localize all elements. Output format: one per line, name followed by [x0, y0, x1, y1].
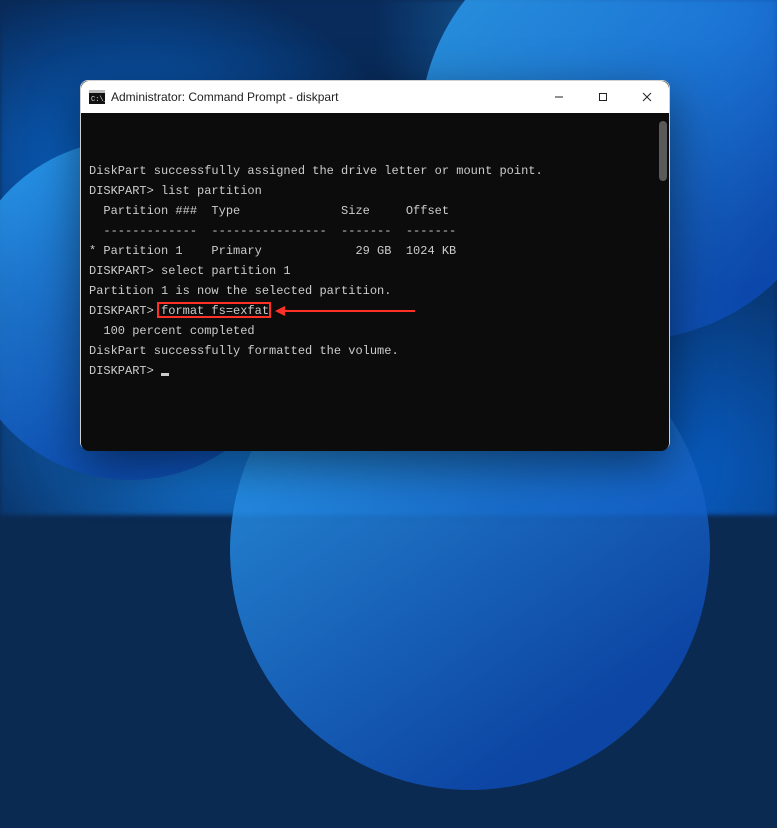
term-line: Partition ### Type Size Offset — [89, 201, 659, 221]
close-button[interactable] — [625, 81, 669, 113]
cursor — [161, 373, 169, 376]
titlebar[interactable]: C:\_ Administrator: Command Prompt - dis… — [81, 81, 669, 113]
maximize-button[interactable] — [581, 81, 625, 113]
term-line: * Partition 1 Primary 29 GB 1024 KB — [89, 241, 659, 261]
terminal-area[interactable]: DiskPart successfully assigned the drive… — [81, 113, 669, 451]
term-line: Partition 1 is now the selected partitio… — [89, 281, 659, 301]
window-controls — [537, 81, 669, 113]
term-prompt: DISKPART> — [89, 364, 161, 378]
cmd-icon: C:\_ — [89, 90, 105, 104]
term-line: DISKPART> list partition — [89, 181, 659, 201]
annotation-arrow — [275, 306, 415, 316]
arrow-line — [285, 310, 415, 312]
term-prompt: DISKPART> — [89, 304, 161, 318]
term-line: 100 percent completed — [89, 321, 659, 341]
svg-text:C:\_: C:\_ — [91, 96, 105, 104]
minimize-button[interactable] — [537, 81, 581, 113]
term-line: DISKPART> select partition 1 — [89, 261, 659, 281]
window-title: Administrator: Command Prompt - diskpart — [111, 90, 338, 104]
vertical-scrollbar[interactable] — [659, 121, 667, 181]
annotation-highlight-box — [157, 302, 271, 318]
term-line: DISKPART> — [89, 361, 659, 381]
term-line: DiskPart successfully assigned the drive… — [89, 161, 659, 181]
term-line: DiskPart successfully formatted the volu… — [89, 341, 659, 361]
command-prompt-window: C:\_ Administrator: Command Prompt - dis… — [80, 80, 670, 450]
arrow-head-icon — [275, 306, 285, 316]
term-line: ------------- ---------------- ------- -… — [89, 221, 659, 241]
